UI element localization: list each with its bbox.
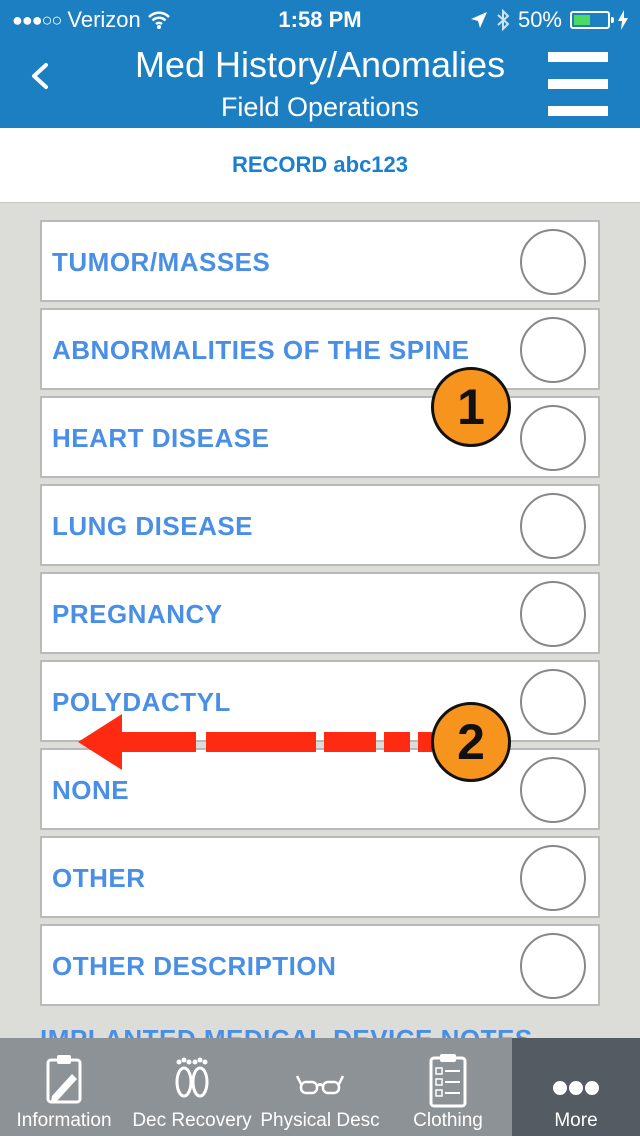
radio-button[interactable]: [520, 757, 586, 823]
option-row-abnormalities-spine[interactable]: ABNORMALITIES OF THE SPINE: [40, 308, 600, 390]
radio-button[interactable]: [520, 229, 586, 295]
tab-label: Physical Desc: [260, 1110, 380, 1131]
radio-button[interactable]: [520, 933, 586, 999]
annotation-badge-2: 2: [431, 702, 511, 782]
tab-clothing[interactable]: Clothing: [384, 1038, 512, 1136]
tab-information[interactable]: Information: [0, 1038, 128, 1136]
anomalies-option-list: TUMOR/MASSES ABNORMALITIES OF THE SPINE …: [40, 220, 600, 1012]
option-label: OTHER: [52, 863, 146, 893]
swipe-left-arrow-annotation: [78, 714, 432, 770]
option-row-other-description[interactable]: OTHER DESCRIPTION: [40, 924, 600, 1006]
tab-label: Dec Recovery: [132, 1110, 252, 1131]
option-label: ABNORMALITIES OF THE SPINE: [52, 335, 470, 365]
radio-button[interactable]: [520, 581, 586, 647]
bluetooth-icon: [497, 9, 510, 31]
option-row-lung-disease[interactable]: LUNG DISEASE: [40, 484, 600, 566]
tab-more[interactable]: More: [512, 1038, 640, 1136]
option-label: HEART DISEASE: [52, 423, 270, 453]
option-label: PREGNANCY: [52, 599, 223, 629]
tab-physical-desc[interactable]: Physical Desc: [256, 1038, 384, 1136]
option-label: TUMOR/MASSES: [52, 247, 271, 277]
option-label: OTHER DESCRIPTION: [52, 951, 337, 981]
tab-label: More: [554, 1110, 598, 1131]
radio-button[interactable]: [520, 405, 586, 471]
clipboard-pencil-icon: [46, 1055, 82, 1104]
tab-label: Information: [16, 1110, 112, 1131]
glasses-icon: [295, 1075, 345, 1095]
charging-bolt-icon: [618, 10, 628, 30]
checklist-icon: [429, 1054, 467, 1108]
hamburger-menu-icon[interactable]: [548, 52, 608, 116]
option-row-other[interactable]: OTHER: [40, 836, 600, 918]
location-arrow-icon: [470, 12, 487, 28]
option-row-pregnancy[interactable]: PREGNANCY: [40, 572, 600, 654]
tab-label: Clothing: [413, 1110, 483, 1131]
bottom-tab-bar: Information Dec Recovery Physical Desc C…: [0, 1038, 640, 1136]
annotation-badge-1: 1: [431, 367, 511, 447]
feet-icon: [175, 1057, 209, 1098]
navigation-header: ●●●○○ Verizon 1:58 PM 50% Med History/An…: [0, 0, 640, 128]
record-label: RECORD abc123: [0, 128, 640, 203]
page-subtitle: Field Operations: [220, 92, 420, 122]
ellipsis-icon: [553, 1081, 599, 1095]
tab-dec-recovery[interactable]: Dec Recovery: [128, 1038, 256, 1136]
radio-button[interactable]: [520, 845, 586, 911]
battery-icon: [570, 11, 614, 29]
option-row-tumor-masses[interactable]: TUMOR/MASSES: [40, 220, 600, 302]
radio-button[interactable]: [520, 317, 586, 383]
battery-percent: 50%: [517, 7, 562, 32]
option-row-heart-disease[interactable]: HEART DISEASE: [40, 396, 600, 478]
page-title: Med History/Anomalies: [134, 44, 506, 85]
radio-button[interactable]: [520, 669, 586, 735]
status-bar: ●●●○○ Verizon 1:58 PM 50%: [0, 0, 640, 40]
radio-button[interactable]: [520, 493, 586, 559]
back-chevron-icon[interactable]: [26, 62, 54, 90]
option-label: LUNG DISEASE: [52, 511, 254, 541]
